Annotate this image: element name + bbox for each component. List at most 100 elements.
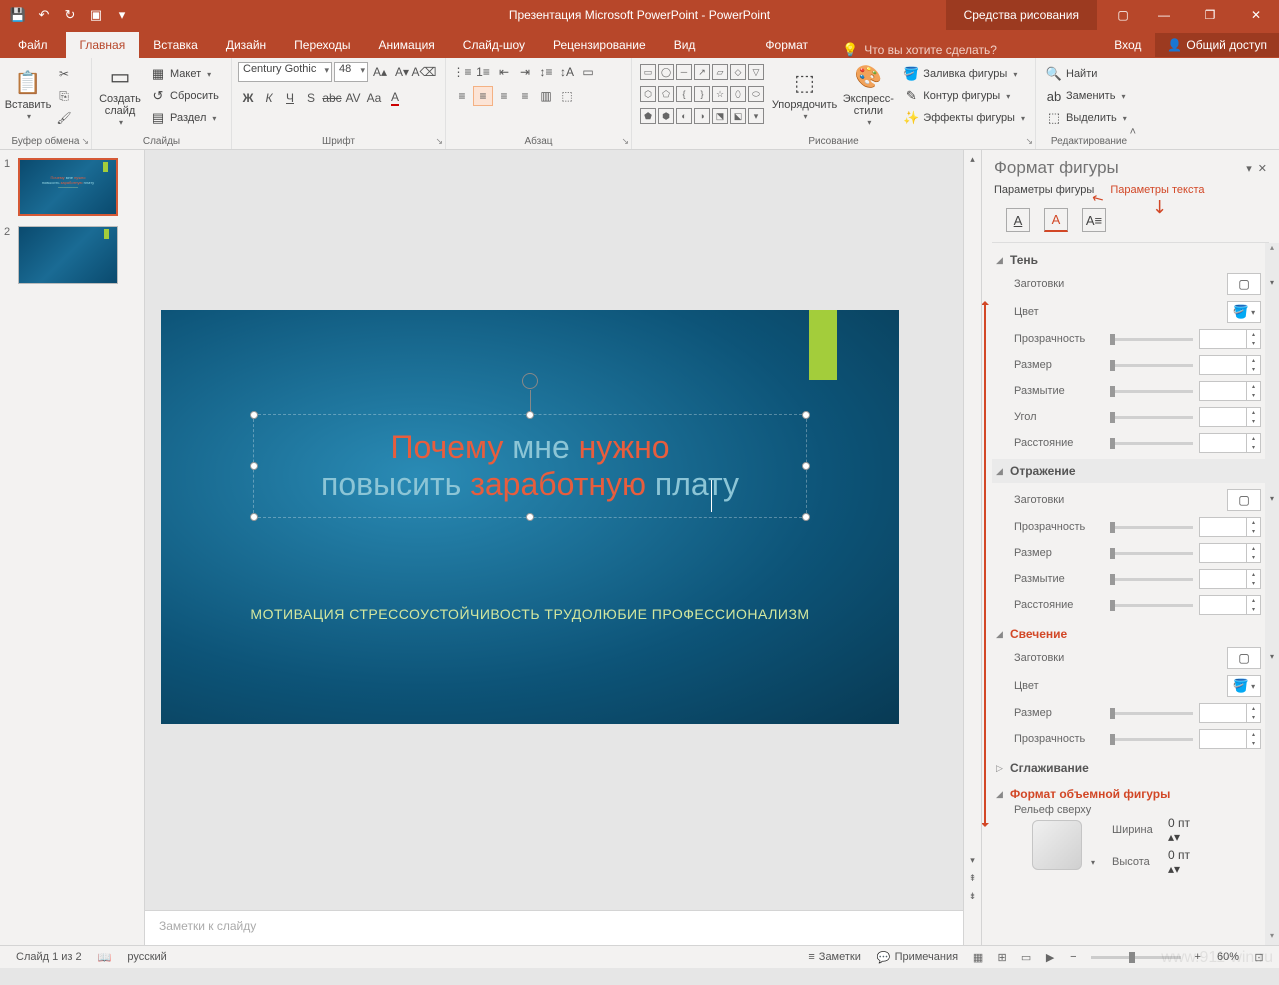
tell-me-search[interactable]: 💡 Что вы хотите сделать? (842, 42, 997, 58)
maximize-icon[interactable]: ❐ (1187, 0, 1233, 30)
copy-icon[interactable]: ⎘ (54, 86, 74, 106)
zoom-out-button[interactable]: − (1062, 951, 1084, 963)
pane-close-icon[interactable]: ✕ (1258, 162, 1267, 175)
format-painter-icon[interactable]: 🖌 (54, 108, 74, 128)
convert-smartart-icon[interactable]: ⬚ (557, 86, 577, 106)
close-icon[interactable]: ✕ (1233, 0, 1279, 30)
rotate-handle-icon[interactable] (522, 373, 538, 389)
italic-icon[interactable]: К (259, 88, 279, 108)
top-bevel-combo[interactable]: ▾ (1032, 820, 1082, 870)
shape-effects-button[interactable]: ✨Эффекты фигуры▾ (899, 108, 1029, 128)
clipboard-launcher-icon[interactable]: ↘ (81, 136, 89, 147)
bevel-height-spin[interactable]: 0 пт▴▾ (1168, 848, 1190, 876)
section-softedges-toggle[interactable]: ▷Сглаживание (996, 758, 1265, 778)
sign-in-button[interactable]: Вход (1100, 32, 1155, 58)
normal-view-icon[interactable]: ▦ (966, 948, 990, 966)
align-left-icon[interactable]: ≡ (452, 86, 472, 106)
drawing-launcher-icon[interactable]: ↘ (1025, 136, 1033, 147)
selection-handle[interactable] (250, 462, 258, 470)
selection-handle[interactable] (526, 411, 534, 419)
align-center-icon[interactable]: ≡ (473, 86, 493, 106)
selection-handle[interactable] (526, 513, 534, 521)
prev-slide-icon[interactable]: ⇞ (964, 869, 981, 887)
text-effects-icon[interactable]: A (1044, 208, 1068, 232)
zoom-in-button[interactable]: + (1187, 951, 1209, 963)
glow-size-slider[interactable] (1110, 712, 1193, 715)
minimize-icon[interactable]: — (1141, 0, 1187, 30)
tab-slideshow[interactable]: Слайд-шоу (449, 32, 539, 58)
arrange-button[interactable]: ⬚ Упорядочить▾ (772, 62, 838, 130)
ribbon-display-options-icon[interactable]: ▢ (1105, 0, 1141, 30)
font-size-select[interactable]: 48 (334, 62, 368, 82)
columns-icon[interactable]: ▥ (536, 86, 556, 106)
notes-toggle[interactable]: ≡Заметки (800, 951, 869, 963)
share-button[interactable]: 👤 Общий доступ (1155, 33, 1279, 57)
start-from-beginning-icon[interactable]: ▣ (84, 3, 108, 27)
line-spacing-icon[interactable]: ↕≡ (536, 62, 556, 82)
next-slide-icon[interactable]: ⇟ (964, 887, 981, 905)
slide-counter[interactable]: Слайд 1 из 2 (8, 951, 90, 963)
thumbnail-2[interactable]: 2 (4, 226, 140, 284)
bullets-icon[interactable]: ⋮≡ (452, 62, 472, 82)
decrease-font-icon[interactable]: A▾ (392, 62, 412, 82)
shape-outline-button[interactable]: ✎Контур фигуры▾ (899, 86, 1029, 106)
strikethrough-icon[interactable]: abc (322, 88, 342, 108)
section-glow-toggle[interactable]: ◢Свечение (996, 624, 1265, 644)
paragraph-launcher-icon[interactable]: ↘ (621, 136, 629, 147)
shadow-size-slider[interactable] (1110, 364, 1193, 367)
pane-options-icon[interactable]: ▾ (1246, 162, 1252, 175)
selection-handle[interactable] (802, 513, 810, 521)
selection-handle[interactable] (250, 411, 258, 419)
reflection-distance-slider[interactable] (1110, 604, 1193, 607)
glow-size-spin[interactable]: ▴▾ (1199, 703, 1261, 723)
bevel-width-spin[interactable]: 0 пт▴▾ (1168, 816, 1190, 844)
spell-check-icon[interactable]: 📖 (90, 951, 120, 964)
tab-design[interactable]: Дизайн (212, 32, 280, 58)
char-spacing-icon[interactable]: AV (343, 88, 363, 108)
tab-file[interactable]: Файл (0, 32, 66, 58)
find-button[interactable]: 🔍Найти (1042, 64, 1131, 84)
reflection-transparency-slider[interactable] (1110, 526, 1193, 529)
tab-view[interactable]: Вид (660, 32, 710, 58)
selection-handle[interactable] (802, 462, 810, 470)
paste-button[interactable]: 📋 Вставить ▾ (6, 62, 50, 130)
shape-fill-button[interactable]: 🪣Заливка фигуры▾ (899, 64, 1029, 84)
textbox-icon[interactable]: A≡ (1082, 208, 1106, 232)
layout-button[interactable]: ▦Макет▾ (146, 64, 223, 84)
shadow-transparency-slider[interactable] (1110, 338, 1193, 341)
shadow-distance-slider[interactable] (1110, 442, 1193, 445)
underline-icon[interactable]: Ч (280, 88, 300, 108)
replace-button[interactable]: abЗаменить▾ (1042, 86, 1131, 106)
text-direction-icon[interactable]: ↕A (557, 62, 577, 82)
increase-font-icon[interactable]: A▴ (370, 62, 390, 82)
canvas-scroll[interactable]: Почему мне нужно повысить заработную пла… (145, 150, 963, 910)
shadow-transparency-spin[interactable]: ▴▾ (1199, 329, 1261, 349)
tab-animations[interactable]: Анимация (364, 32, 448, 58)
numbering-icon[interactable]: 1≡ (473, 62, 493, 82)
shadow-color-button[interactable]: 🪣▾ (1227, 301, 1261, 323)
glow-transparency-slider[interactable] (1110, 738, 1193, 741)
shadow-distance-spin[interactable]: ▴▾ (1199, 433, 1261, 453)
selection-handle[interactable] (802, 411, 810, 419)
glow-transparency-spin[interactable]: ▴▾ (1199, 729, 1261, 749)
collapse-ribbon-icon[interactable]: ˄ (1130, 126, 1136, 138)
reflection-blur-spin[interactable]: ▴▾ (1199, 569, 1261, 589)
tab-format[interactable]: Формат (751, 32, 822, 58)
new-slide-button[interactable]: ▭ Создать слайд ▾ (98, 62, 142, 130)
slideshow-view-icon[interactable]: ▶ (1038, 948, 1062, 966)
tab-insert[interactable]: Вставка (139, 32, 212, 58)
change-case-icon[interactable]: Aa (364, 88, 384, 108)
font-name-select[interactable]: Century Gothic (238, 62, 332, 82)
shadow-angle-slider[interactable] (1110, 416, 1193, 419)
align-text-icon[interactable]: ▭ (578, 62, 598, 82)
slide-preview[interactable]: Почему мне нужно повысить заработную пла… (161, 310, 899, 724)
reflection-distance-spin[interactable]: ▴▾ (1199, 595, 1261, 615)
reflection-size-spin[interactable]: ▴▾ (1199, 543, 1261, 563)
thumbnail-1[interactable]: 1 Почему мне нужноповысить заработную пл… (4, 158, 140, 216)
selection-handle[interactable] (250, 513, 258, 521)
tab-shape-options[interactable]: Параметры фигуры (994, 184, 1094, 196)
shadow-text-icon[interactable]: S (301, 88, 321, 108)
language-indicator[interactable]: русский (119, 951, 174, 963)
reading-view-icon[interactable]: ▭ (1014, 948, 1038, 966)
tab-transitions[interactable]: Переходы (280, 32, 364, 58)
